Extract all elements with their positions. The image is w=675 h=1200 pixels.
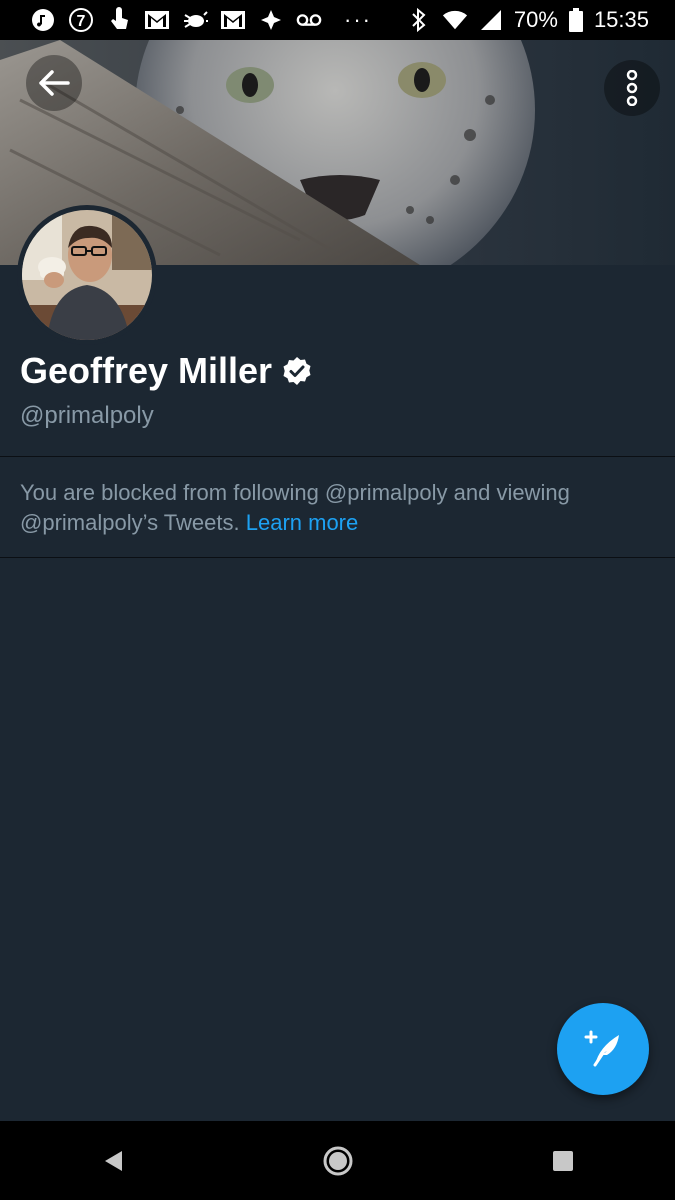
nav-back-button[interactable]	[83, 1131, 143, 1191]
blocked-notice: You are blocked from following @primalpo…	[20, 478, 660, 538]
bug-icon	[182, 9, 208, 31]
gmail-icon-2	[220, 9, 246, 31]
overflow-menu-button[interactable]	[604, 60, 660, 116]
pinwheel-icon	[258, 9, 284, 31]
system-icons: 70% 15:35	[406, 7, 649, 33]
battery-percent: 70%	[513, 7, 558, 32]
divider	[0, 456, 675, 457]
compose-tweet-button[interactable]	[557, 1003, 649, 1095]
clock: 15:35	[593, 7, 649, 32]
learn-more-link[interactable]: Learn more	[246, 510, 359, 535]
profile-name: Geoffrey Miller	[20, 350, 273, 391]
profile-handle: @primalpoly	[20, 402, 154, 429]
verified-badge-icon	[282, 356, 312, 386]
wifi-icon	[442, 9, 468, 31]
notification-icons: 7 ···	[30, 7, 372, 33]
battery-icon	[568, 8, 584, 32]
notification-number: 7	[77, 13, 86, 30]
tap-gesture-icon	[106, 7, 132, 31]
nav-home-button[interactable]	[308, 1131, 368, 1191]
bluetooth-icon	[406, 7, 432, 33]
compose-tweet-icon	[584, 1030, 619, 1067]
system-navigation-bar	[0, 1121, 675, 1200]
profile-name-row: Geoffrey Miller	[20, 350, 312, 392]
number-badge-icon: 7	[68, 8, 94, 32]
music-note-icon	[30, 9, 56, 31]
voicemail-icon	[296, 9, 322, 31]
divider	[0, 557, 675, 558]
avatar[interactable]	[17, 205, 157, 345]
triangle-back-icon	[104, 1150, 122, 1171]
square-recents-icon	[552, 1150, 573, 1171]
gmail-icon	[144, 9, 170, 31]
circle-home-icon	[323, 1146, 352, 1175]
nav-recents-button[interactable]	[533, 1131, 593, 1191]
back-button[interactable]	[26, 55, 82, 111]
more-notifications-dots: ···	[344, 7, 372, 32]
arrow-left-icon	[39, 70, 70, 96]
avatar-photo	[22, 210, 152, 340]
signal-icon	[478, 9, 504, 31]
more-vertical-icon	[626, 70, 638, 106]
status-bar: 7 ··· 70% 15:35	[0, 0, 675, 40]
